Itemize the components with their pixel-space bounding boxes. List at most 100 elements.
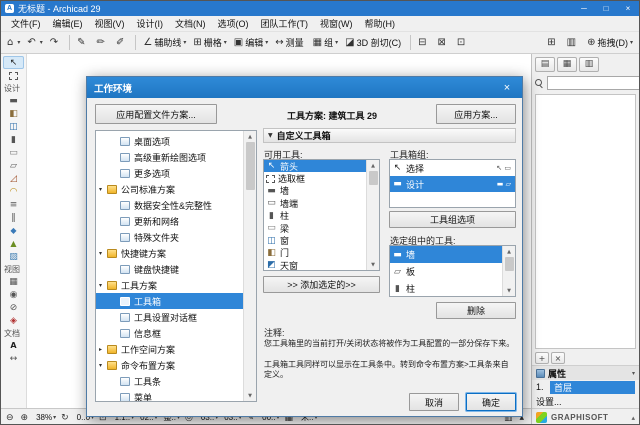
scroll-down-icon[interactable]: ▼ <box>367 259 379 270</box>
scroll-up-icon[interactable]: ▲ <box>503 246 515 257</box>
scroll-down-icon[interactable]: ▼ <box>503 285 515 296</box>
sidebar-list-panel[interactable] <box>535 94 636 349</box>
tree-item[interactable]: 工具箱 <box>96 293 243 309</box>
zoom-level-dropdown[interactable]: 38% ▾ <box>33 411 58 425</box>
railing-tool-icon[interactable] <box>8 212 19 223</box>
available-tool-item[interactable]: 墙端 <box>264 197 366 209</box>
scroll-down-icon[interactable]: ▼ <box>244 390 256 401</box>
snap-grid-icon[interactable]: ⊞ 栅格 ▾ <box>190 34 229 52</box>
menu-item[interactable]: 文档(N) <box>169 16 212 31</box>
available-tools-scrollbar[interactable]: ▲ ▼ <box>366 160 379 270</box>
roof-tool-icon[interactable] <box>8 173 19 184</box>
menu-item[interactable]: 文件(F) <box>5 16 47 31</box>
marker-pen-icon[interactable]: ✐ <box>113 34 131 52</box>
door-tool-icon[interactable] <box>8 108 19 119</box>
tree-item[interactable]: 信息框 <box>96 325 243 341</box>
camera-tool-icon[interactable] <box>8 289 19 300</box>
cut-plane-tool-icon[interactable] <box>8 302 19 313</box>
panel-icon[interactable]: ▥ <box>564 34 583 52</box>
group-options-button[interactable]: 工具组选项 <box>389 211 516 228</box>
group-tool-item[interactable]: 柱 <box>390 280 502 296</box>
tree-scrollbar[interactable]: ▲ ▼ <box>243 131 256 401</box>
delete-button[interactable]: 删除 <box>436 302 516 319</box>
favorites-panel-icon[interactable]: ▤ <box>535 57 555 72</box>
group-tool-item[interactable]: 板 <box>390 263 502 280</box>
zone-tool-icon[interactable] <box>8 251 19 262</box>
zoom-in-icon[interactable]: ⊕ <box>19 411 33 425</box>
settings-row[interactable]: 设置... <box>532 394 639 408</box>
tree-item[interactable]: 更多选项 <box>96 165 243 181</box>
dialog-close-button[interactable]: × <box>492 77 522 98</box>
pencil-icon[interactable]: ✏ <box>94 34 112 52</box>
column-tool-icon[interactable] <box>8 134 19 145</box>
add-selected-button[interactable]: >> 添加选定的>> <box>263 276 380 293</box>
measure-icon[interactable]: ↔ 测量 <box>272 34 308 52</box>
properties-header[interactable]: 属性 ▾ <box>532 365 639 380</box>
menu-item[interactable]: 选项(O) <box>212 16 255 31</box>
mesh-tool-icon[interactable] <box>8 238 19 249</box>
available-tool-item[interactable]: 天窗 <box>264 259 366 270</box>
tree-item[interactable]: 工具设置对话框 <box>96 309 243 325</box>
slab-tool-icon[interactable] <box>8 160 19 171</box>
dialog-titlebar[interactable]: 工作环境 × <box>87 77 522 98</box>
ok-button[interactable]: 确定 <box>466 393 516 411</box>
scroll-up-icon[interactable]: ▲ <box>367 160 379 171</box>
redo-icon[interactable]: ↷ <box>47 34 65 52</box>
zoom-out-icon[interactable]: ⊖ <box>4 411 18 425</box>
shell-tool-icon[interactable] <box>8 186 19 197</box>
text-tool-icon[interactable] <box>8 340 19 351</box>
maximize-button[interactable]: □ <box>595 1 617 16</box>
close-button[interactable]: × <box>617 1 639 16</box>
marquee-tool-icon[interactable] <box>9 72 18 80</box>
tree-item[interactable]: 菜单 <box>96 389 243 401</box>
tree-item[interactable]: ▾ 命令布置方案 <box>96 357 243 373</box>
menu-item[interactable]: 视图(V) <box>89 16 131 31</box>
stair-tool-icon[interactable] <box>8 199 19 210</box>
available-tool-item[interactable]: 门 <box>264 247 366 259</box>
scrollbar-thumb[interactable] <box>505 257 514 271</box>
dimension-tool-icon[interactable] <box>8 353 19 364</box>
collapse-arrow-icon[interactable]: ▴ <box>631 414 635 422</box>
available-tool-item[interactable]: 梁 <box>264 222 366 234</box>
group-tool-item[interactable]: 墙 <box>390 246 502 263</box>
tree-item[interactable]: ▾ 工具方案 <box>96 277 243 293</box>
morph-tool-icon[interactable] <box>8 225 19 236</box>
story-row[interactable]: 1. 首层 <box>532 380 639 394</box>
tree-item[interactable]: ▸ 工作空间方案 <box>96 341 243 357</box>
arrow-tool-icon[interactable] <box>8 57 19 68</box>
menu-item[interactable]: 编辑(E) <box>47 16 89 31</box>
tree-item[interactable]: 数据安全性&完整性 <box>96 197 243 213</box>
pen-icon[interactable]: ✎ <box>74 34 92 52</box>
layout-icon[interactable]: ⊞ <box>544 34 562 52</box>
pages-panel-icon[interactable]: ▥ <box>579 57 599 72</box>
add-icon[interactable]: + <box>535 352 549 364</box>
apply-profile-button[interactable]: 应用配置文件方案... <box>95 104 217 124</box>
available-tool-item[interactable]: 箭头 <box>264 160 366 172</box>
apply-scheme-button[interactable]: 应用方案... <box>436 104 516 124</box>
available-tool-item[interactable]: 窗 <box>264 234 366 246</box>
scrollbar-thumb[interactable] <box>246 142 255 190</box>
window-titlebar[interactable]: A 无标题 - Archicad 29 ─ □ × <box>1 1 639 16</box>
undo-icon[interactable]: ↶ ▾ <box>24 34 45 52</box>
cancel-button[interactable]: 取消 <box>409 393 459 411</box>
marker-tool-icon[interactable] <box>8 315 19 326</box>
toolbox-group-item[interactable]: 选择 ↖ ▭ <box>390 160 515 176</box>
window-tool-icon[interactable] <box>8 121 19 132</box>
tree-item[interactable]: 更新和网络 <box>96 213 243 229</box>
customize-toolbox-header[interactable]: ▼ 自定义工具箱 <box>263 128 516 143</box>
rotate-view-icon[interactable]: ↻ <box>59 411 73 425</box>
tree-item[interactable]: 桌面选项 <box>96 133 243 149</box>
scrollbar-thumb[interactable] <box>369 171 378 185</box>
home-icon[interactable]: ⌂ ▾ <box>4 34 23 52</box>
tree-item[interactable]: ▾ 公司标准方案 <box>96 181 243 197</box>
settings-link[interactable]: 设置... <box>536 395 562 408</box>
search-input[interactable] <box>547 76 640 90</box>
scroll-up-icon[interactable]: ▲ <box>244 131 256 142</box>
wall-tool-icon[interactable] <box>8 95 19 106</box>
group-tools-scrollbar[interactable]: ▲ ▼ <box>502 246 515 296</box>
tree-item[interactable]: ▾ 快捷键方案 <box>96 245 243 261</box>
tree-item[interactable]: 键盘快捷键 <box>96 261 243 277</box>
edit-icon[interactable]: ▣ 编辑 ▾ <box>231 34 271 52</box>
available-tool-item[interactable]: 墙 <box>264 185 366 197</box>
menu-item[interactable]: 视窗(W) <box>314 16 359 31</box>
